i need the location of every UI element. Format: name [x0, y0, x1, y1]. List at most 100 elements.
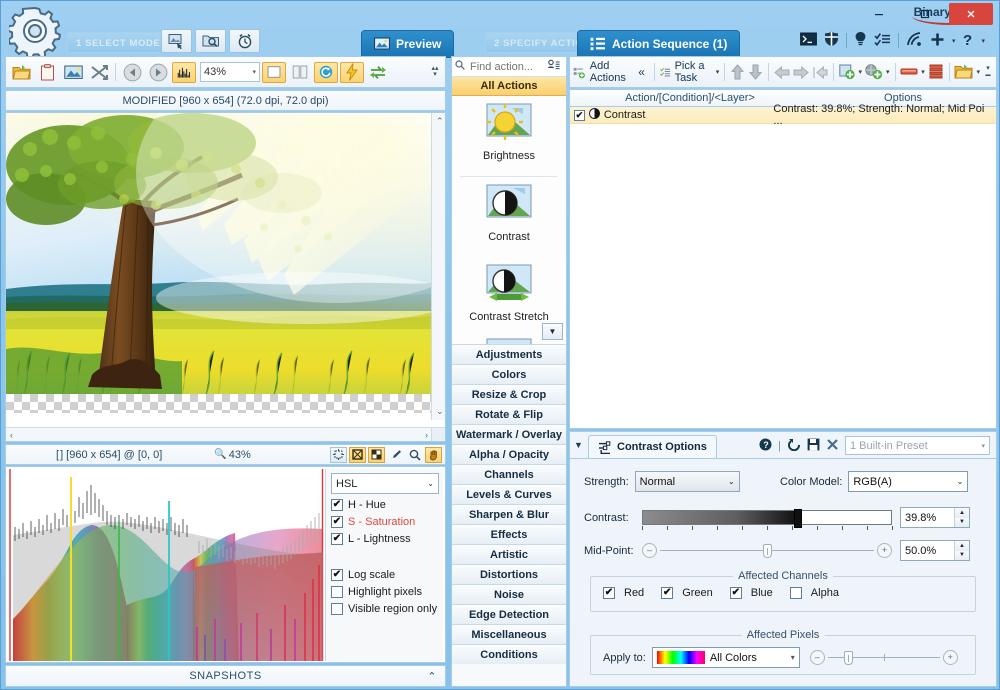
- spinner-buttons[interactable]: ▲ ▼: [954, 541, 969, 560]
- delete-icon[interactable]: [826, 438, 839, 454]
- pan-tool-icon[interactable]: [425, 446, 442, 463]
- action-tile-contrast[interactable]: Contrast: [452, 177, 566, 257]
- minimize-button[interactable]: [857, 3, 901, 25]
- category-conditions[interactable]: Conditions: [452, 644, 566, 664]
- spinner-down-icon[interactable]: ▼: [955, 517, 969, 527]
- open-sequence-icon[interactable]: [954, 61, 974, 83]
- option-row-visible-region[interactable]: Visible region only: [331, 603, 438, 615]
- category-resize-crop[interactable]: Resize & Crop: [452, 384, 566, 404]
- checkbox-blue[interactable]: ✔: [729, 587, 742, 599]
- preset-combobox[interactable]: 1 Built-in Preset ▾: [845, 436, 990, 455]
- snapshots-bar[interactable]: SNAPSHOTS ⌃: [5, 665, 446, 687]
- category-sharpen-blur[interactable]: Sharpen & Blur: [452, 504, 566, 524]
- row-checkbox[interactable]: ✔: [574, 109, 585, 121]
- remove-icon[interactable]: [900, 61, 918, 83]
- channel-row-lightness[interactable]: ✔ L - Lightness: [331, 533, 438, 545]
- clear-all-icon[interactable]: [928, 61, 944, 83]
- canvas-vertical-scrollbar[interactable]: ⌃ ⌄: [431, 113, 445, 420]
- console-icon[interactable]: [800, 32, 817, 50]
- swap-icon[interactable]: [366, 60, 390, 84]
- skip-icon[interactable]: [812, 61, 828, 83]
- sequence-list[interactable]: ✔ Contrast Contrast: 39.8%; Strength: No…: [569, 103, 997, 429]
- category-distortions[interactable]: Distortions: [452, 564, 566, 584]
- tab-action-sequence[interactable]: Action Sequence (1): [577, 30, 741, 65]
- category-adjustments[interactable]: Adjustments: [452, 344, 566, 364]
- midpoint-increase-button[interactable]: +: [877, 543, 892, 558]
- refresh-icon[interactable]: [314, 61, 338, 83]
- auto-apply-icon[interactable]: [340, 61, 364, 83]
- clipboard-icon[interactable]: [35, 60, 59, 84]
- midpoint-value-spinner[interactable]: 50.0% ▲ ▼: [900, 540, 970, 561]
- checkbox-visible-region-only[interactable]: [331, 603, 343, 615]
- chevron-up-icon[interactable]: ⌃: [427, 670, 437, 683]
- category-noise[interactable]: Noise: [452, 584, 566, 604]
- canvas-horizontal-scrollbar[interactable]: ‹ ›: [6, 427, 432, 441]
- tolerance-slider[interactable]: – +: [809, 650, 958, 666]
- tolerance-decrease-button[interactable]: –: [809, 650, 825, 665]
- tolerance-increase-button[interactable]: +: [942, 650, 958, 665]
- tab-contrast-options[interactable]: Contrast Options: [588, 435, 717, 458]
- undo-icon[interactable]: [774, 61, 790, 83]
- help-icon[interactable]: ?: [962, 32, 974, 50]
- scroll-right-icon[interactable]: ›: [425, 430, 428, 440]
- scroll-up-icon[interactable]: ⌃: [436, 116, 444, 127]
- shuffle-icon[interactable]: [87, 60, 111, 84]
- option-row-highlight-pixels[interactable]: Highlight pixels: [331, 586, 438, 598]
- contrast-value-spinner[interactable]: 39.8% ▲ ▼: [900, 507, 970, 528]
- shield-icon[interactable]: [824, 31, 839, 50]
- collapse-left-icon[interactable]: «: [634, 61, 649, 83]
- histogram-graph[interactable]: [9, 469, 324, 661]
- folder-search-icon[interactable]: [195, 29, 226, 53]
- channel-row-saturation[interactable]: ✔ S - Saturation: [331, 516, 438, 528]
- add-action-icon[interactable]: [838, 61, 856, 83]
- find-action-row[interactable]: [452, 57, 566, 77]
- scheduler-icon[interactable]: [229, 29, 260, 53]
- category-levels-curves[interactable]: Levels & Curves: [452, 484, 566, 504]
- save-icon[interactable]: [807, 438, 820, 454]
- pick-a-task-button[interactable]: Pick a Task ▾: [659, 60, 719, 84]
- image-canvas-area[interactable]: ⌃ ⌄ ‹ ›: [5, 112, 446, 442]
- category-colors[interactable]: Colors: [452, 364, 566, 384]
- image-icon[interactable]: [61, 60, 85, 84]
- add-condition-icon[interactable]: [865, 61, 883, 83]
- channel-row-hue[interactable]: ✔ H - Hue: [331, 499, 438, 511]
- mask-icon[interactable]: [368, 446, 385, 463]
- category-channels[interactable]: Channels: [452, 464, 566, 484]
- histogram-icon[interactable]: [172, 61, 196, 83]
- select-all-icon[interactable]: [349, 446, 366, 463]
- contrast-slider[interactable]: [642, 509, 893, 530]
- checkbox-green[interactable]: ✔: [661, 587, 674, 599]
- category-watermark-overlay[interactable]: Watermark / Overlay: [452, 424, 566, 444]
- move-down-icon[interactable]: [748, 61, 763, 83]
- checkbox-red[interactable]: ✔: [603, 587, 615, 599]
- toolbar-overflow-icon[interactable]: ▴▴ ▾: [428, 59, 442, 85]
- category-alpha-opacity[interactable]: Alpha / Opacity: [452, 444, 566, 464]
- reset-icon[interactable]: [787, 438, 801, 454]
- spinner-up-icon[interactable]: ▲: [955, 508, 969, 518]
- apply-to-select[interactable]: All Colors ▾: [651, 647, 800, 668]
- color-model-select[interactable]: RGB(A) ⌄: [848, 471, 969, 492]
- tab-preview[interactable]: Preview: [361, 30, 455, 65]
- move-selection-icon[interactable]: [330, 446, 347, 463]
- checkbox-alpha[interactable]: [789, 587, 802, 599]
- chevron-down-icon[interactable]: ▼: [542, 323, 563, 340]
- help-circle-icon[interactable]: ?: [759, 438, 772, 454]
- category-rotate-flip[interactable]: Rotate & Flip: [452, 404, 566, 424]
- image-preview[interactable]: [6, 113, 432, 413]
- plus-icon[interactable]: [930, 32, 945, 50]
- split-view-icon[interactable]: [288, 60, 312, 84]
- search-input[interactable]: [468, 59, 544, 74]
- option-row-log-scale[interactable]: ✔ Log scale: [331, 569, 438, 581]
- add-condition-dropdown-icon[interactable]: ▾: [886, 68, 890, 76]
- move-up-icon[interactable]: [730, 61, 745, 83]
- help-dropdown-arrow-icon[interactable]: ▾: [981, 37, 985, 45]
- checkbox-saturation[interactable]: ✔: [331, 516, 343, 528]
- fit-window-icon[interactable]: [262, 61, 286, 83]
- redo-icon[interactable]: [793, 61, 809, 83]
- add-action-dropdown-icon[interactable]: ▾: [859, 68, 863, 76]
- zoom-tool-icon[interactable]: [406, 447, 423, 463]
- eyedropper-icon[interactable]: [387, 447, 404, 463]
- maximize-button[interactable]: [903, 3, 947, 25]
- scroll-down-icon[interactable]: ⌄: [436, 406, 444, 417]
- all-actions-header[interactable]: All Actions: [452, 77, 566, 96]
